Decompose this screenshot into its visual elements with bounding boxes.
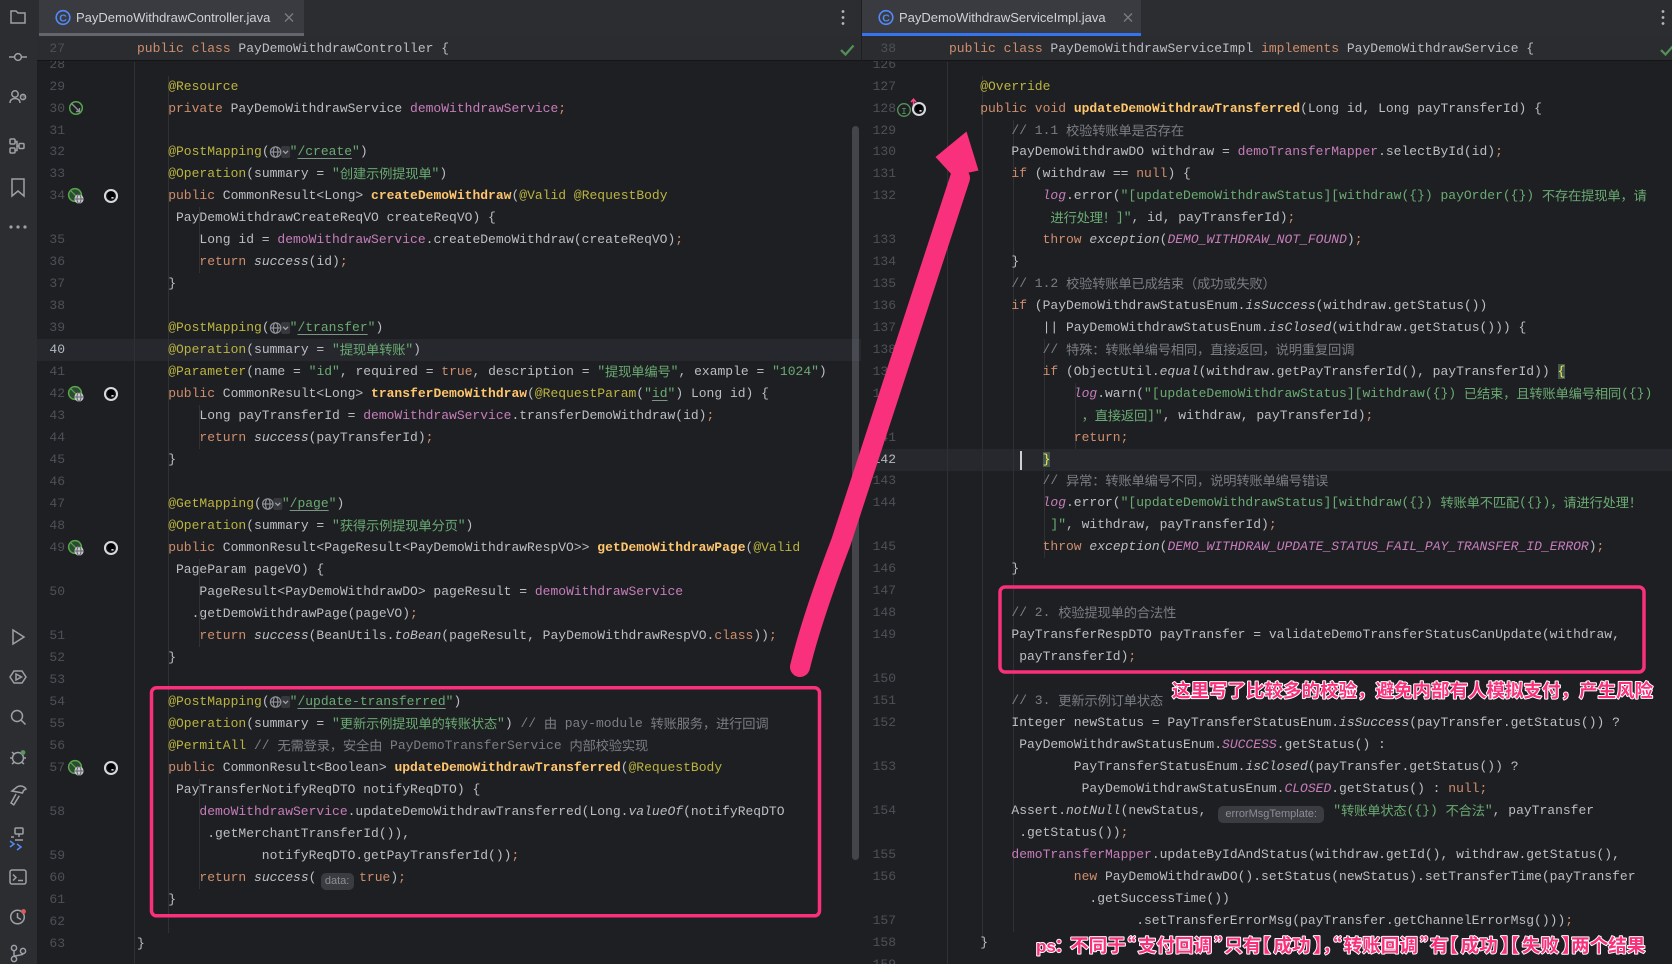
svg-text:C: C [882, 12, 890, 24]
svg-text:C: C [59, 12, 67, 24]
svg-text:ps: ps [1036, 937, 1056, 956]
svg-text:I: I [901, 106, 907, 117]
